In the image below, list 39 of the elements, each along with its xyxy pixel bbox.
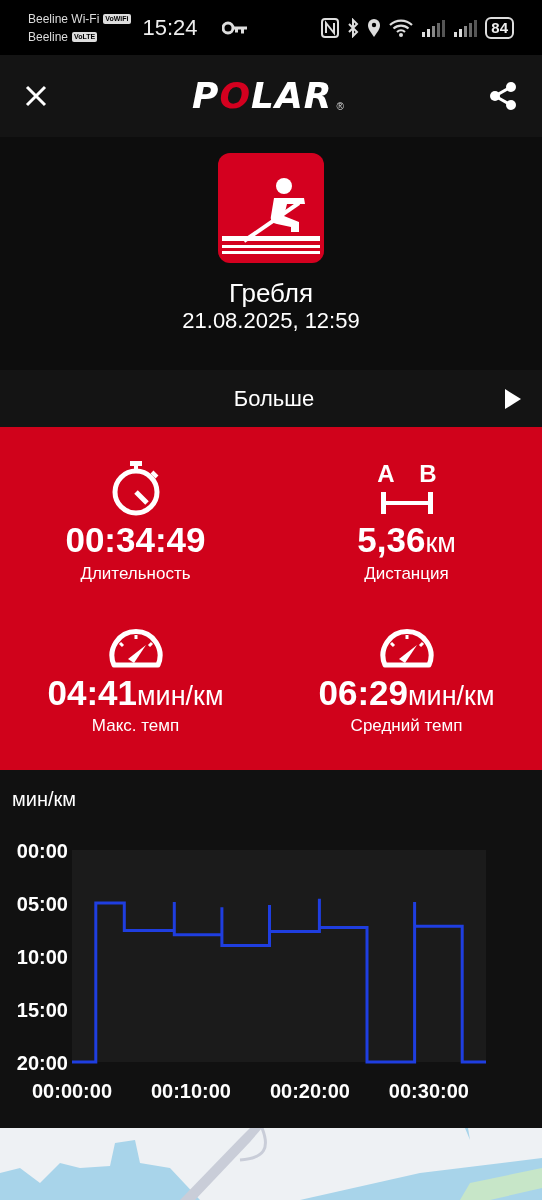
stat-label: Длительность <box>80 562 191 585</box>
x-tick-label: 00:10:00 <box>150 1080 231 1102</box>
stat-label: Макс. темп <box>91 715 180 738</box>
axis-title: мин/км <box>11 787 78 812</box>
registered-mark: ® <box>336 100 344 114</box>
nfc-icon <box>321 17 340 38</box>
signal-icon <box>421 18 446 37</box>
location-icon <box>367 17 382 38</box>
stat-value: 5,36км <box>357 520 456 561</box>
share-icon <box>488 81 518 111</box>
stat-label: Средний темп <box>350 715 463 738</box>
x-tick-label: 00:30:00 <box>388 1080 469 1102</box>
key-icon <box>221 20 248 35</box>
rowing-icon <box>218 153 324 263</box>
stat-value: 00:34:49 <box>65 520 206 561</box>
clock: 15:24 <box>142 14 198 42</box>
wifi-icon <box>389 18 414 37</box>
close-button[interactable] <box>24 84 48 108</box>
y-tick-label: 00:00 <box>16 840 68 862</box>
stat-value: 06:29мин/км <box>318 672 495 714</box>
carrier-name: Beeline Wi-Fi <box>28 10 100 28</box>
y-tick-label: 05:00 <box>16 893 68 915</box>
y-tick-label: 20:00 <box>16 1052 68 1074</box>
play-icon <box>504 387 522 410</box>
x-tick-label: 00:20:00 <box>269 1080 350 1102</box>
battery-indicator: 84 <box>485 16 514 39</box>
y-tick-label: 15:00 <box>16 999 68 1021</box>
share-button[interactable] <box>488 81 518 111</box>
stat-value: 04:41мин/км <box>47 672 224 714</box>
bluetooth-icon <box>347 17 360 38</box>
stat-label: Дистанция <box>364 562 449 585</box>
y-tick-label: 10:00 <box>16 946 68 968</box>
activity-date: 21.08.2025, 12:59 <box>182 307 360 334</box>
signal-icon <box>453 18 478 37</box>
x-tick-label: 00:00:00 <box>31 1080 113 1102</box>
logo: POLAR <box>192 78 333 114</box>
close-icon <box>24 84 48 108</box>
activity-title: Гребля <box>228 279 314 308</box>
carrier-name: Beeline <box>28 28 69 46</box>
